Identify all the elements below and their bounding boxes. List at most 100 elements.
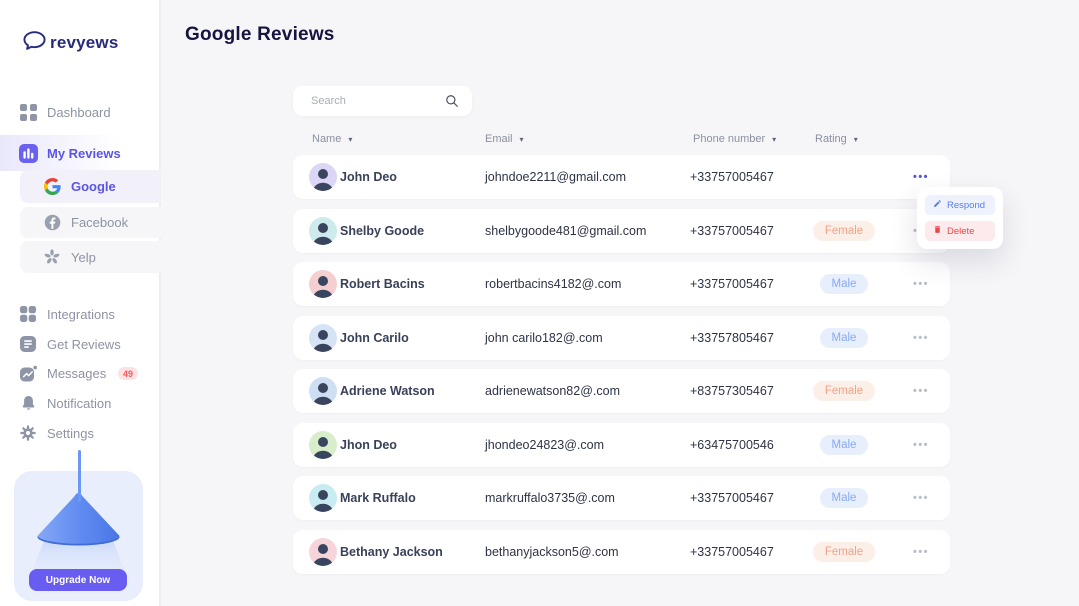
phone-cell: +83757305467 xyxy=(690,384,774,398)
rating-badge: Male xyxy=(819,327,869,348)
pencil-icon xyxy=(933,199,942,211)
avatar xyxy=(309,430,337,459)
row-actions-menu: Respond Delete xyxy=(917,187,1003,249)
sidebar-item-dashboard[interactable]: Dashboard xyxy=(0,97,161,127)
column-label: Email xyxy=(485,133,513,145)
delete-menu-item[interactable]: Delete xyxy=(925,221,995,241)
row-menu-button[interactable]: ••• xyxy=(903,316,939,360)
sidebar-item-label: My Reviews xyxy=(47,145,121,161)
brand-logo[interactable]: revyews xyxy=(23,31,119,55)
search-icon[interactable] xyxy=(445,94,459,113)
menu-item-label: Delete xyxy=(947,225,975,237)
sidebar-item-label: Messages xyxy=(47,365,107,381)
rating-cell: Female xyxy=(812,530,876,574)
funnel-string-decoration xyxy=(78,450,81,502)
main-content: Google Reviews Name ▾ Email ▾ Phone numb… xyxy=(163,0,1079,606)
sidebar-item-notification[interactable]: Notification xyxy=(0,388,161,418)
avatar xyxy=(309,537,337,566)
row-menu-button[interactable]: ••• xyxy=(903,476,939,520)
avatar xyxy=(309,270,337,298)
table-header: Name ▾ Email ▾ Phone number ▾ Rating ▾ xyxy=(293,133,950,149)
avatar xyxy=(309,323,337,352)
rating-cell: Female xyxy=(812,209,876,253)
table-row[interactable]: Mark Ruffalo markruffalo3735@.com +33757… xyxy=(293,476,950,520)
integrations-icon xyxy=(17,306,39,322)
google-icon xyxy=(41,178,63,195)
sidebar-item-facebook[interactable]: Facebook xyxy=(20,207,161,238)
rating-badge: Male xyxy=(819,488,869,508)
phone-cell: +33757005467 xyxy=(690,491,774,505)
phone-cell: +33757805467 xyxy=(690,330,774,345)
sidebar-item-google[interactable]: Google xyxy=(20,170,161,203)
table-row[interactable]: Robert Bacins robertbacins4182@.com +337… xyxy=(293,262,950,306)
name-cell: Shelby Goode xyxy=(340,223,425,238)
upgrade-now-button[interactable]: Upgrade Now xyxy=(29,569,127,591)
phone-cell: +33757005467 xyxy=(690,277,774,291)
row-menu-button[interactable]: ••• xyxy=(903,369,939,413)
sidebar-item-my-reviews[interactable]: My Reviews xyxy=(0,135,161,171)
bell-icon xyxy=(17,395,39,411)
grid-icon xyxy=(17,103,39,121)
email-cell: jhondeo24823@.com xyxy=(485,437,605,452)
sort-arrow-icon: ▾ xyxy=(519,134,524,144)
avatar xyxy=(309,163,337,191)
email-cell: shelbygoode481@gmail.com xyxy=(485,223,647,238)
sidebar-item-get-reviews[interactable]: Get Reviews xyxy=(0,329,161,359)
rating-cell: Female xyxy=(812,369,876,413)
sort-arrow-icon: ▾ xyxy=(348,134,353,144)
name-cell: Adriene Watson xyxy=(340,384,435,398)
sidebar-item-label: Yelp xyxy=(71,249,96,265)
sidebar-item-settings[interactable]: Settings xyxy=(0,418,161,448)
message-icon xyxy=(17,365,39,382)
messages-count-badge: 49 xyxy=(118,367,138,380)
email-cell: bethanyjackson5@.com xyxy=(485,544,619,559)
rating-cell: Male xyxy=(813,476,875,520)
column-header-rating[interactable]: Rating ▾ xyxy=(815,133,858,145)
rating-badge: Female xyxy=(812,381,876,401)
avatar xyxy=(309,216,337,245)
column-header-phone[interactable]: Phone number ▾ xyxy=(693,133,776,145)
table-row[interactable]: Jhon Deo jhondeo24823@.com +63475700546 … xyxy=(293,422,950,467)
sort-arrow-icon: ▾ xyxy=(772,134,777,144)
phone-cell: +63475700546 xyxy=(690,437,774,452)
speech-bubble-icon xyxy=(23,31,46,55)
column-label: Phone number xyxy=(693,133,766,145)
sidebar-item-integrations[interactable]: Integrations xyxy=(0,299,161,329)
table-row[interactable]: John Deo johndoe2211@gmail.com +33757005… xyxy=(293,155,950,199)
row-menu-button[interactable]: ••• xyxy=(903,530,939,574)
avatar xyxy=(309,377,337,405)
sidebar: revyews Dashboard My Reviews Google Face… xyxy=(0,0,161,606)
avatar xyxy=(309,484,337,512)
column-header-email[interactable]: Email ▾ xyxy=(485,133,524,145)
brand-name: revyews xyxy=(50,33,119,52)
yelp-icon xyxy=(41,249,63,265)
reviews-table: John Deo johndoe2211@gmail.com +33757005… xyxy=(293,155,1003,583)
sidebar-item-yelp[interactable]: Yelp xyxy=(20,241,161,273)
search-box xyxy=(293,86,472,116)
phone-cell: +33757005467 xyxy=(690,170,774,184)
table-row[interactable]: John Carilo john carilo182@.com +3375780… xyxy=(293,315,950,360)
sidebar-item-label: Dashboard xyxy=(47,104,111,120)
sidebar-item-messages[interactable]: Messages 49 xyxy=(0,358,161,388)
name-cell: Robert Bacins xyxy=(340,277,425,291)
name-cell: Mark Ruffalo xyxy=(340,491,416,505)
column-header-name[interactable]: Name ▾ xyxy=(312,133,352,145)
sort-arrow-icon: ▾ xyxy=(853,134,858,144)
row-menu-button[interactable]: ••• xyxy=(903,262,939,306)
row-menu-button[interactable]: ••• xyxy=(903,423,939,467)
sidebar-item-label: Notification xyxy=(47,395,112,411)
bar-chart-icon xyxy=(17,143,39,163)
name-cell: Jhon Deo xyxy=(340,437,397,452)
table-row[interactable]: Shelby Goode shelbygoode481@gmail.com +3… xyxy=(293,208,950,253)
column-label: Rating xyxy=(815,133,847,145)
name-cell: John Deo xyxy=(340,170,397,184)
sidebar-item-label: Google xyxy=(71,179,116,194)
email-cell: john carilo182@.com xyxy=(485,330,603,345)
respond-menu-item[interactable]: Respond xyxy=(925,195,995,215)
sidebar-item-label: Facebook xyxy=(71,215,129,230)
menu-item-label: Respond xyxy=(947,199,986,211)
phone-cell: +33757005467 xyxy=(690,223,774,238)
table-row[interactable]: Bethany Jackson bethanyjackson5@.com +33… xyxy=(293,529,950,574)
table-row[interactable]: Adriene Watson adrienewatson82@.com +837… xyxy=(293,369,950,413)
email-cell: markruffalo3735@.com xyxy=(485,491,615,505)
